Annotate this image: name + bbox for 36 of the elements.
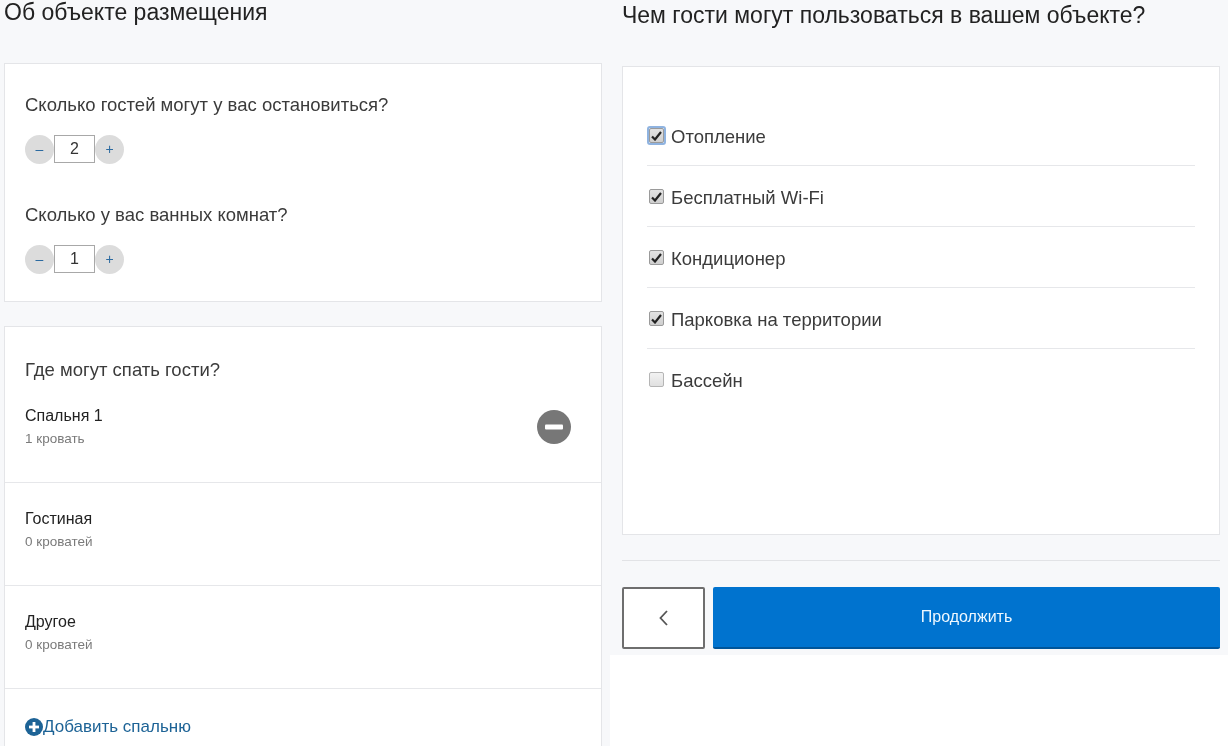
section-heading: Об объекте размещения (4, 0, 269, 24)
question-label: Где могут спать гости? (24, 360, 221, 380)
room-name: Гостиная (25, 509, 93, 529)
section-heading: Чем гости могут пользоваться в вашем объекте? (622, 3, 1147, 27)
plus-circle-icon (25, 718, 43, 736)
question-label: Сколько у вас ванных комнат? (25, 203, 289, 227)
decrement-button[interactable]: – (25, 134, 54, 164)
decrement-button[interactable]: – (25, 244, 54, 274)
count-field[interactable]: 1 (54, 245, 95, 273)
continue-button[interactable]: Продолжить (713, 587, 1220, 649)
checkbox[interactable] (649, 311, 664, 326)
checkmark-icon (651, 313, 662, 324)
amenity-label: Кондиционер (671, 247, 786, 271)
amenity-label: Отопление (671, 125, 766, 149)
checkbox[interactable] (649, 250, 664, 265)
amenity-label: Парковка на территории (671, 308, 882, 332)
checkbox[interactable] (649, 372, 664, 387)
checkmark-icon (651, 252, 662, 263)
count-field[interactable]: 2 (54, 135, 95, 163)
increment-button[interactable]: + (95, 134, 124, 164)
room-name: Другое (25, 612, 77, 632)
amenity-label: Бесплатный Wi-Fi (671, 186, 824, 210)
minus-circle-icon[interactable] (537, 410, 571, 444)
increment-button[interactable]: + (95, 244, 124, 274)
bed-count: 0 кроватей (25, 533, 93, 551)
bed-count: 0 кроватей (25, 636, 93, 654)
question-label: Сколько гостей могут у вас остановиться? (25, 93, 390, 117)
checkmark-icon (651, 130, 662, 141)
room-name: Спальня 1 (25, 406, 103, 426)
back-button[interactable] (622, 587, 705, 649)
checkbox[interactable] (649, 189, 664, 204)
checkmark-icon (651, 191, 662, 202)
bed-count: 1 кровать (25, 430, 86, 448)
chevron-left-icon (659, 610, 668, 626)
amenity-label: Бассейн (671, 369, 743, 393)
add-bedroom-link[interactable]: Добавить спальню (25, 715, 191, 739)
